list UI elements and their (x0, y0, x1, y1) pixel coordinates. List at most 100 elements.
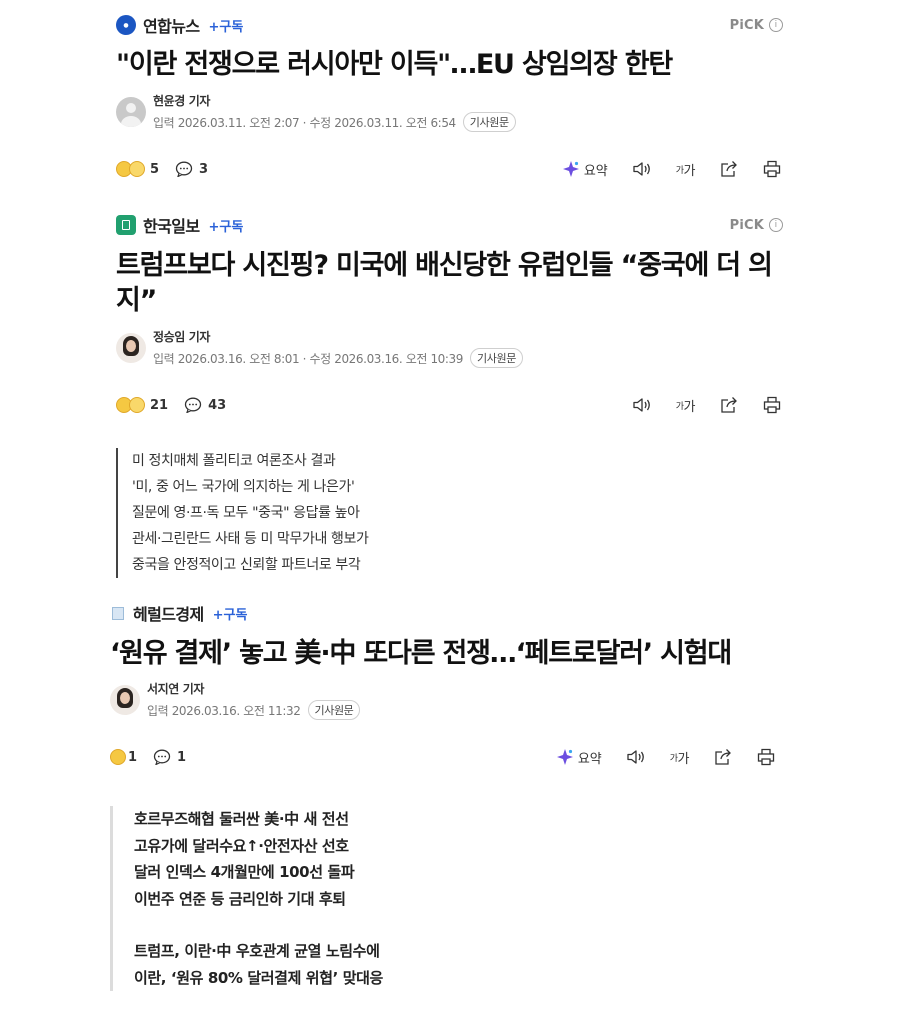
share-icon (721, 161, 737, 177)
comment-button[interactable]: 1 (153, 749, 186, 765)
comment-count: 43 (208, 397, 227, 413)
summary-line: 트럼프, 이란·中 우호관계 균열 노림수에 (134, 942, 380, 960)
comment-icon (153, 749, 171, 765)
avatar[interactable] (116, 333, 146, 363)
avatar[interactable] (110, 685, 140, 715)
action-row: 1 1 요약 가가 (110, 745, 775, 769)
summary-line: 질문에 영·프·독 모두 "중국" 응답률 높아 (132, 505, 360, 521)
subscribe-button[interactable]: +구독 (208, 16, 243, 35)
headline[interactable]: ‘원유 결제’ 놓고 美·中 또다른 전쟁…‘페트로달러’ 시험대 (110, 636, 790, 671)
font-size-button[interactable]: 가가 (676, 396, 696, 415)
summary-spacer (134, 912, 383, 938)
summary-line: 미 정치매체 폴리티코 여론조사 결과 (132, 453, 336, 469)
reaction-count: 1 (128, 749, 138, 765)
press-row: 한국일보 +구독 PiCK i (116, 212, 783, 238)
summary-line: 이번주 연준 등 금리인하 기대 후퇴 (134, 889, 346, 908)
share-button[interactable] (713, 748, 733, 766)
info-icon[interactable]: i (769, 218, 783, 232)
press-name[interactable]: 헤럴드경제 (133, 601, 204, 625)
font-size-label: 가 (677, 751, 690, 767)
font-size-button[interactable]: 가가 (675, 160, 696, 179)
summary-block: 미 정치매체 폴리티코 여론조사 결과 '미, 중 어느 국가에 의지하는 게 … (116, 448, 369, 578)
audio-button[interactable] (632, 161, 652, 177)
original-article-button[interactable]: 기사원문 (307, 700, 361, 720)
summary-spark-icon (562, 161, 579, 177)
avatar[interactable] (116, 97, 146, 127)
audio-icon (633, 162, 650, 176)
subscribe-button[interactable]: +구독 (213, 604, 248, 623)
reporter-name[interactable]: 정승임 기자 (153, 328, 523, 345)
publish-dates: 입력 2026.03.16. 오전 8:01 · 수정 2026.03.16. … (153, 351, 464, 366)
font-size-button[interactable]: 가가 (669, 748, 690, 767)
reaction-emoji-icon (129, 161, 145, 177)
summary-label: 요약 (583, 163, 608, 179)
font-size-label: 가 (683, 399, 696, 415)
press-row: 헤럴드경제 +구독 (110, 600, 783, 626)
original-article-button[interactable]: 기사원문 (462, 112, 516, 132)
print-icon (757, 748, 775, 766)
byline: 정승임 기자 입력 2026.03.16. 오전 8:01 · 수정 2026.… (116, 328, 523, 368)
action-row: 5 3 요약 가가 (116, 157, 781, 181)
subscribe-button[interactable]: +구독 (208, 216, 243, 235)
summary-line: 호르무즈해협 둘러싼 美·中 새 전선 (134, 810, 349, 828)
comment-icon (184, 397, 202, 413)
reporter-name[interactable]: 현윤경 기자 (153, 92, 516, 109)
summary-line: 이란, ‘원유 80% 달러결제 위협’ 맞대응 (134, 968, 383, 987)
audio-icon (627, 750, 644, 764)
font-size-label: 가 (683, 163, 696, 179)
press-logo-icon[interactable]: ● (116, 15, 136, 35)
reaction-button[interactable]: 21 (116, 397, 168, 413)
byline: 서지연 기자 입력 2026.03.16. 오전 11:32 기사원문 (110, 680, 361, 720)
comment-button[interactable]: 43 (184, 397, 226, 413)
comment-button[interactable]: 3 (175, 161, 208, 177)
print-button[interactable] (763, 396, 781, 414)
comment-icon (175, 161, 193, 177)
pick-label: PiCK (729, 17, 764, 33)
audio-button[interactable] (626, 749, 646, 765)
summary-block: 호르무즈해협 둘러싼 美·中 새 전선 고유가에 달러수요↑·안전자산 선호 달… (110, 806, 383, 991)
share-button[interactable] (719, 396, 739, 414)
publish-dates: 입력 2026.03.11. 오전 2:07 · 수정 2026.03.11. … (153, 115, 456, 130)
audio-icon (633, 398, 650, 412)
font-size-icon: 가 (669, 753, 678, 764)
summary-line: 고유가에 달러수요↑·안전자산 선호 (134, 836, 349, 855)
summary-line: 중국을 안정적이고 신뢰할 파트너로 부각 (132, 557, 361, 573)
font-size-icon: 가 (675, 165, 684, 176)
tools: 요약 가가 (532, 748, 775, 767)
press-logo-icon[interactable] (110, 605, 126, 621)
print-button[interactable] (757, 748, 775, 766)
press-name[interactable]: 한국일보 (143, 213, 200, 237)
reporter-name[interactable]: 서지연 기자 (147, 680, 360, 697)
press-name[interactable]: 연합뉴스 (143, 13, 200, 37)
reaction-count: 5 (150, 161, 160, 177)
summary-line: '미, 중 어느 국가에 의지하는 게 나은가' (132, 479, 355, 495)
pick-badge[interactable]: PiCK i (730, 18, 783, 33)
pick-label: PiCK (729, 217, 764, 233)
summary-button[interactable]: 요약 (556, 748, 602, 767)
reaction-count: 21 (150, 397, 169, 413)
headline[interactable]: "이란 전쟁으로 러시아만 이득"…EU 상임의장 한탄 (116, 47, 796, 82)
print-icon (763, 396, 781, 414)
print-icon (763, 160, 781, 178)
summary-button[interactable]: 요약 (562, 160, 608, 179)
publish-dates: 입력 2026.03.16. 오전 11:32 (147, 703, 301, 718)
share-icon (715, 749, 731, 765)
reaction-button[interactable]: 1 (110, 749, 137, 765)
share-icon (721, 397, 737, 413)
summary-line: 달러 인덱스 4개월만에 100선 돌파 (134, 863, 355, 881)
audio-button[interactable] (632, 397, 652, 413)
pick-badge[interactable]: PiCK i (730, 218, 783, 233)
headline[interactable]: 트럼프보다 시진핑? 미국에 배신당한 유럽인들 “중국에 더 의지” (116, 248, 796, 318)
reaction-button[interactable]: 5 (116, 161, 159, 177)
press-logo-icon[interactable] (116, 215, 136, 235)
share-button[interactable] (719, 160, 739, 178)
action-row: 21 43 가가 (116, 393, 781, 417)
byline: 현윤경 기자 입력 2026.03.11. 오전 2:07 · 수정 2026.… (116, 92, 516, 132)
comment-count: 1 (177, 749, 187, 765)
original-article-button[interactable]: 기사원문 (470, 348, 523, 368)
info-icon[interactable]: i (769, 18, 783, 32)
summary-spark-icon (556, 749, 573, 765)
press-row: ● 연합뉴스 +구독 PiCK i (116, 12, 783, 38)
comment-count: 3 (199, 161, 209, 177)
print-button[interactable] (763, 160, 781, 178)
